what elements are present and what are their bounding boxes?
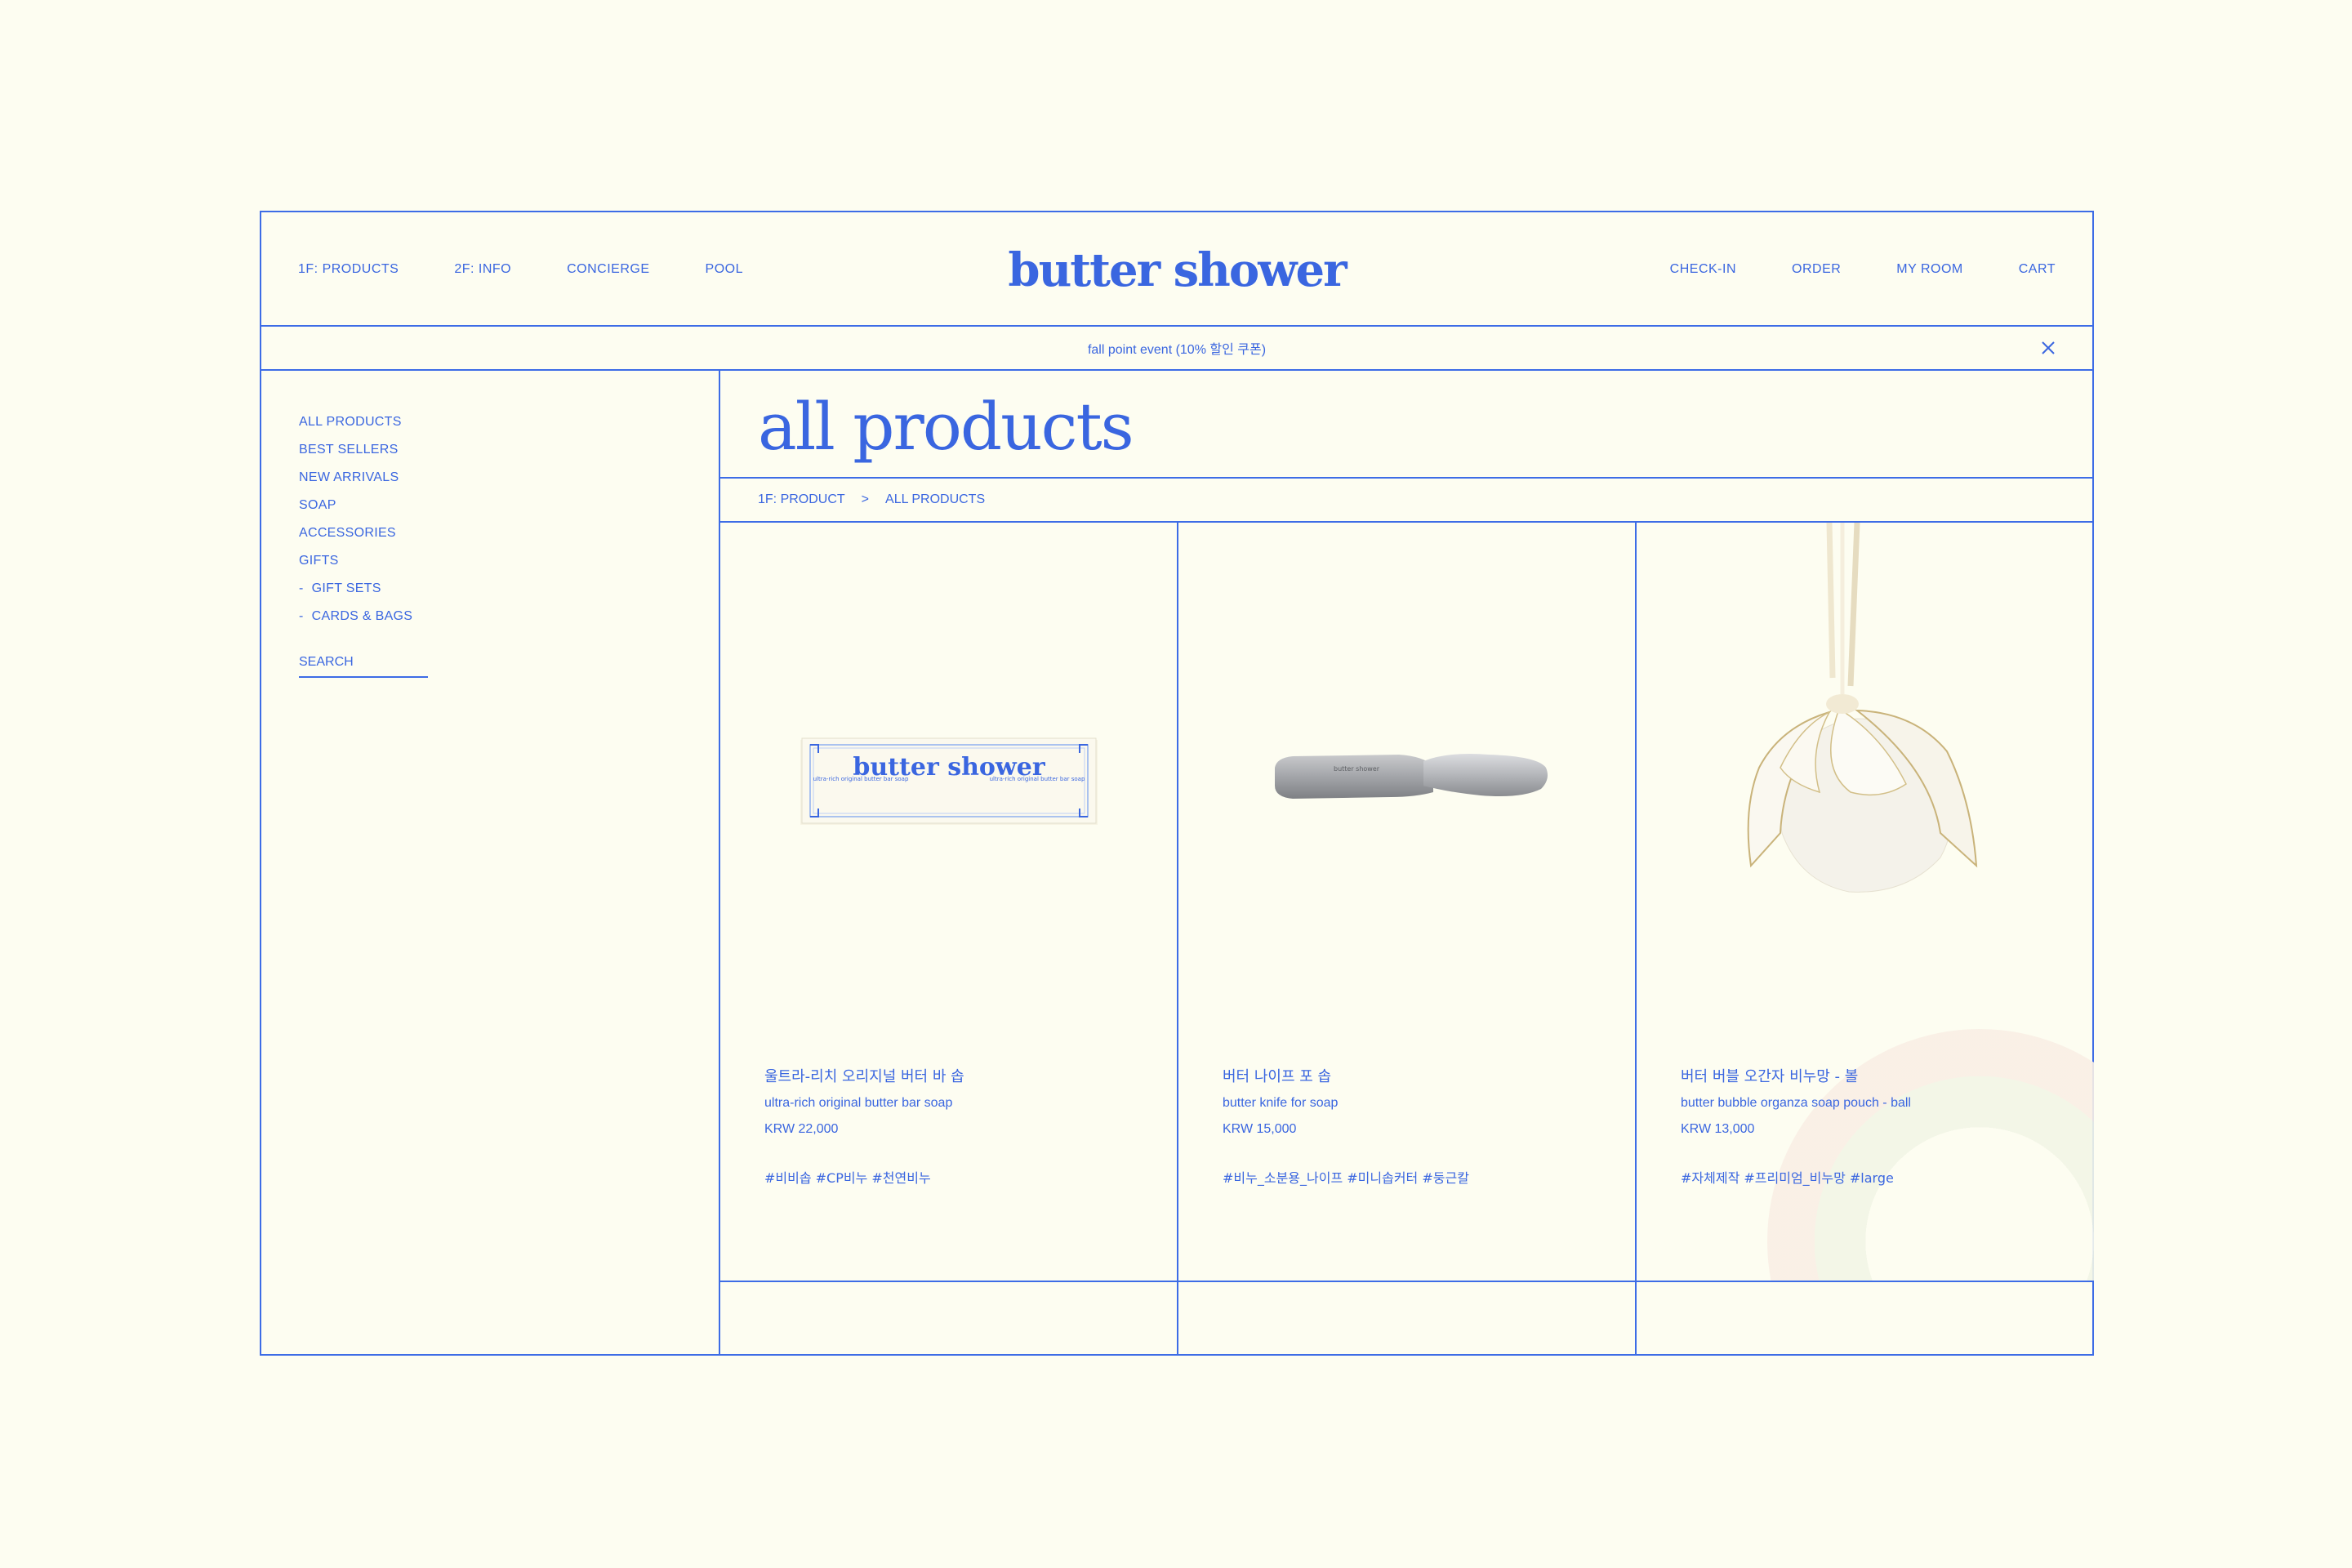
- category-best-sellers[interactable]: BEST SELLERS: [299, 436, 412, 464]
- nav-products[interactable]: 1F: PRODUCTS: [298, 262, 399, 277]
- nav-order[interactable]: ORDER: [1792, 262, 1841, 277]
- nav-check-in[interactable]: CHECK-IN: [1670, 262, 1736, 277]
- product-tags[interactable]: #비누_소분용_나이프 #미니솝커터 #둥근칼: [1223, 1169, 1469, 1187]
- nav-concierge[interactable]: CONCIERGE: [567, 262, 649, 277]
- category-gifts[interactable]: GIFTS: [299, 547, 412, 575]
- product-price: KRW 13,000: [1681, 1122, 1755, 1136]
- svg-text:ultra-rich original butter bar: ultra-rich original butter bar soap: [813, 776, 909, 782]
- product-name-en[interactable]: butter bubble organza soap pouch - ball: [1681, 1094, 1911, 1112]
- category-list: ALL PRODUCTS BEST SELLERS NEW ARRIVALS S…: [299, 408, 412, 630]
- primary-nav: 1F: PRODUCTS 2F: INFO CONCIERGE POOL: [298, 212, 799, 327]
- product-card-placeholder: [720, 1282, 1178, 1356]
- breadcrumb-product[interactable]: 1F: PRODUCT: [758, 492, 845, 507]
- main-content: all products 1F: PRODUCT > ALL PRODUCTS …: [720, 371, 2094, 1356]
- breadcrumb: 1F: PRODUCT > ALL PRODUCTS: [720, 479, 2092, 523]
- product-image-soap-box[interactable]: butter shower ultra-rich original butter…: [720, 523, 1177, 1029]
- product-info: 울트라-리치 오리지널 버터 바 솝 ultra-rich original b…: [764, 1068, 964, 1187]
- product-name-en[interactable]: ultra-rich original butter bar soap: [764, 1094, 964, 1112]
- promo-banner: fall point event (10% 할인 쿠폰): [261, 327, 2092, 371]
- category-soap[interactable]: SOAP: [299, 492, 412, 519]
- nav-cart[interactable]: CART: [2019, 262, 2056, 277]
- breadcrumb-separator: >: [861, 492, 870, 506]
- close-icon[interactable]: [2038, 338, 2058, 358]
- search-input[interactable]: [299, 655, 428, 678]
- product-grid: butter shower ultra-rich original butter…: [720, 523, 2094, 1356]
- product-tags[interactable]: #자체제작 #프리미엄_비누망 #large: [1681, 1169, 1911, 1187]
- product-name-en[interactable]: butter knife for soap: [1223, 1094, 1469, 1112]
- category-accessories[interactable]: ACCESSORIES: [299, 519, 412, 547]
- product-image-organza-pouch[interactable]: [1637, 523, 2094, 1029]
- product-tags[interactable]: #비비솝 #CP비누 #천연비누: [764, 1169, 964, 1187]
- category-new-arrivals[interactable]: NEW ARRIVALS: [299, 464, 412, 492]
- product-price: KRW 15,000: [1223, 1122, 1297, 1136]
- nav-info[interactable]: 2F: INFO: [454, 262, 511, 277]
- site-header: 1F: PRODUCTS 2F: INFO CONCIERGE POOL but…: [261, 212, 2092, 327]
- nav-pool[interactable]: POOL: [706, 262, 743, 277]
- category-cards-bags[interactable]: CARDS & BAGS: [299, 603, 412, 630]
- product-info: 버터 버블 오간자 비누망 - 볼 butter bubble organza …: [1681, 1068, 1911, 1187]
- svg-text:butter shower: butter shower: [1334, 765, 1380, 773]
- promo-text[interactable]: fall point event (10% 할인 쿠폰): [1088, 338, 1266, 358]
- product-name-ko[interactable]: 버터 나이프 포 솝: [1223, 1068, 1469, 1086]
- nav-my-room[interactable]: MY ROOM: [1896, 262, 1962, 277]
- category-all-products[interactable]: ALL PRODUCTS: [299, 408, 412, 436]
- breadcrumb-all-products[interactable]: ALL PRODUCTS: [885, 492, 985, 507]
- page-title-row: all products: [720, 371, 2092, 479]
- brand-logo[interactable]: butter shower: [1008, 243, 1347, 297]
- product-card[interactable]: 버터 버블 오간자 비누망 - 볼 butter bubble organza …: [1637, 523, 2094, 1282]
- product-name-ko[interactable]: 울트라-리치 오리지널 버터 바 솝: [764, 1068, 964, 1086]
- site-frame: 1F: PRODUCTS 2F: INFO CONCIERGE POOL but…: [260, 211, 2094, 1356]
- product-card[interactable]: butter shower ultra-rich original butter…: [720, 523, 1178, 1282]
- account-nav: CHECK-IN ORDER MY ROOM CART: [1615, 212, 2056, 327]
- category-sidebar: ALL PRODUCTS BEST SELLERS NEW ARRIVALS S…: [261, 371, 720, 1354]
- product-image-butter-knife[interactable]: butter shower: [1178, 523, 1635, 1029]
- product-card[interactable]: butter shower 버터 나이프 포 솝 butter knife fo…: [1178, 523, 1637, 1282]
- svg-text:ultra-rich original butter bar: ultra-rich original butter bar soap: [990, 776, 1085, 782]
- product-card-placeholder: [1178, 1282, 1637, 1356]
- product-price: KRW 22,000: [764, 1122, 839, 1136]
- category-gift-sets[interactable]: GIFT SETS: [299, 575, 412, 603]
- page-title: all products: [758, 389, 1134, 465]
- product-name-ko[interactable]: 버터 버블 오간자 비누망 - 볼: [1681, 1068, 1911, 1086]
- product-info: 버터 나이프 포 솝 butter knife for soap KRW 15,…: [1223, 1068, 1469, 1187]
